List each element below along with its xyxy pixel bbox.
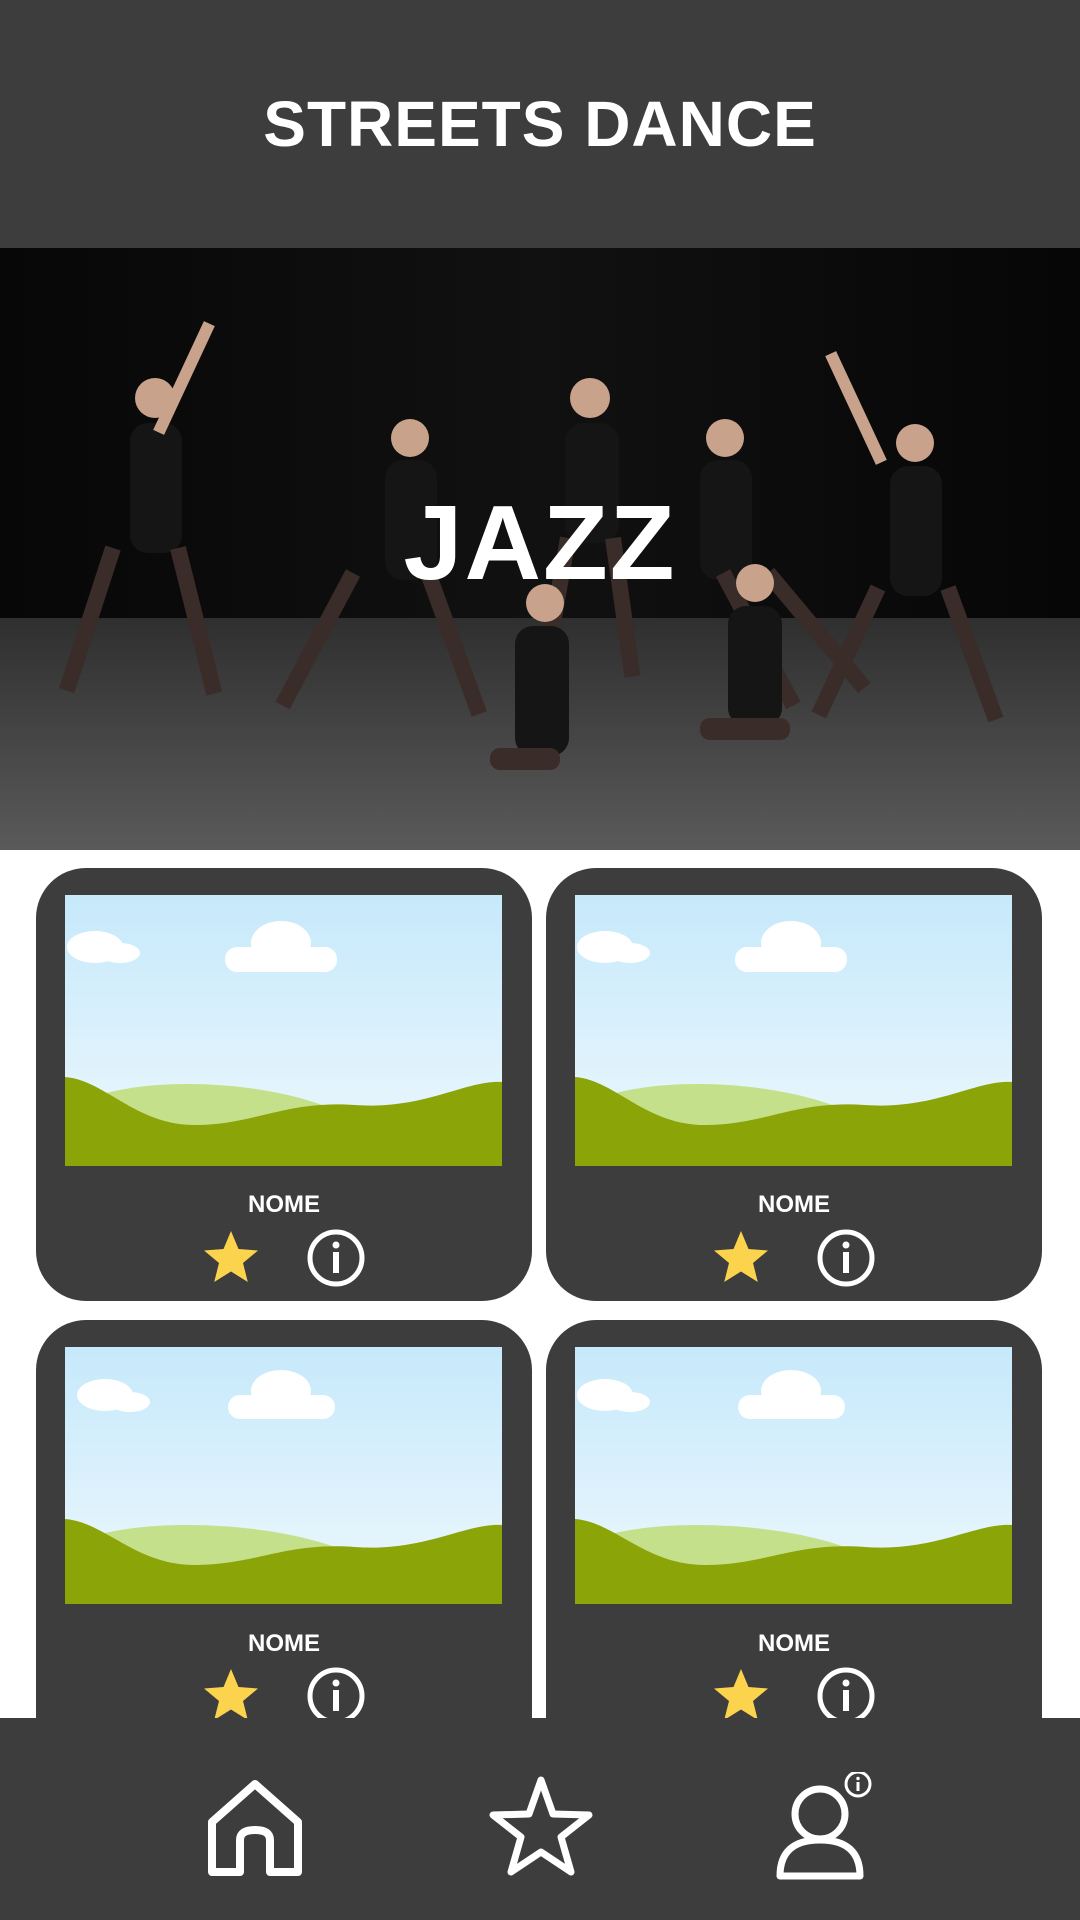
card-name: NOME: [758, 1191, 830, 1218]
hero-title: JAZZ: [403, 484, 677, 602]
card-image-placeholder: [65, 1347, 502, 1604]
star-icon[interactable]: [201, 1228, 261, 1288]
app-title: STREETS DANCE: [263, 88, 817, 160]
info-icon[interactable]: [306, 1666, 366, 1726]
star-icon[interactable]: [711, 1666, 771, 1726]
dance-card[interactable]: NOME: [36, 1320, 532, 1780]
card-name: NOME: [248, 1191, 320, 1218]
landscape-icon: [65, 895, 502, 1166]
star-icon[interactable]: [201, 1666, 261, 1726]
star-icon[interactable]: [711, 1228, 771, 1288]
app-header: STREETS DANCE: [0, 0, 1080, 248]
landscape-icon: [575, 895, 1012, 1166]
info-icon[interactable]: [816, 1228, 876, 1288]
user-info-icon[interactable]: [770, 1772, 880, 1882]
landscape-icon: [575, 1347, 1012, 1604]
card-image-placeholder: [65, 895, 502, 1166]
info-icon[interactable]: [306, 1228, 366, 1288]
card-image-placeholder: [575, 1347, 1012, 1604]
info-icon[interactable]: [816, 1666, 876, 1726]
star-outline-icon[interactable]: [486, 1772, 596, 1882]
landscape-icon: [65, 1347, 502, 1604]
card-image-placeholder: [575, 895, 1012, 1166]
dance-card[interactable]: NOME: [546, 868, 1042, 1301]
dance-card[interactable]: NOME: [546, 1320, 1042, 1780]
home-icon[interactable]: [200, 1772, 310, 1882]
card-name: NOME: [248, 1630, 320, 1657]
dance-card[interactable]: NOME: [36, 868, 532, 1301]
card-name: NOME: [758, 1630, 830, 1657]
hero-banner[interactable]: JAZZ: [0, 248, 1080, 850]
bottom-nav: [0, 1718, 1080, 1920]
